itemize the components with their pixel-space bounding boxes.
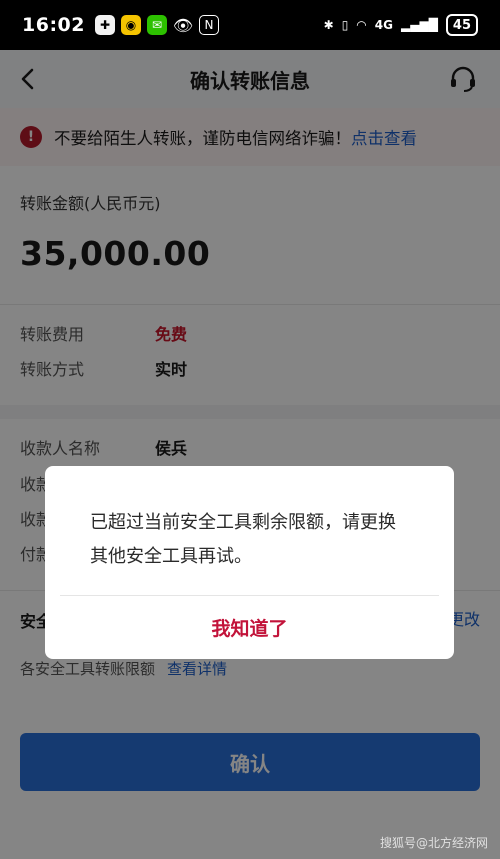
battery-icon: 45	[445, 14, 478, 36]
dialog-message: 已超过当前安全工具剩余限额，请更换其他安全工具再试。	[90, 512, 396, 567]
status-time: 16:02	[22, 14, 85, 36]
weibo-icon: ◉	[120, 15, 141, 35]
notification-icons: ✚ ◉ ✉ 👁 N	[94, 15, 219, 35]
eye-icon: 👁	[172, 15, 194, 35]
nfc-icon: N	[198, 15, 219, 35]
wifi-icon: ◠	[356, 18, 367, 32]
wechat-icon: ✉	[146, 15, 167, 35]
signal-icon: ▂▄▆█	[400, 18, 438, 32]
modal-overlay	[0, 50, 500, 859]
network-type: 4G	[374, 18, 393, 32]
limit-exceeded-dialog: 已超过当前安全工具剩余限额，请更换其他安全工具再试。 我知道了	[45, 466, 454, 659]
watermark: 搜狐号@北方经济网	[379, 836, 488, 850]
bluetooth-icon: ✱	[323, 18, 334, 32]
status-right: ✱ ▯ ◠ 4G ▂▄▆█ 45	[324, 14, 478, 36]
vibrate-icon: ▯	[341, 18, 349, 32]
battery-level: 45	[452, 17, 471, 33]
plus-app-icon: ✚	[94, 15, 115, 35]
dialog-ok-button[interactable]: 我知道了	[45, 596, 454, 659]
status-bar: 16:02 ✚ ◉ ✉ 👁 N ✱ ▯ ◠ 4G ▂▄▆█ 45	[0, 0, 500, 50]
